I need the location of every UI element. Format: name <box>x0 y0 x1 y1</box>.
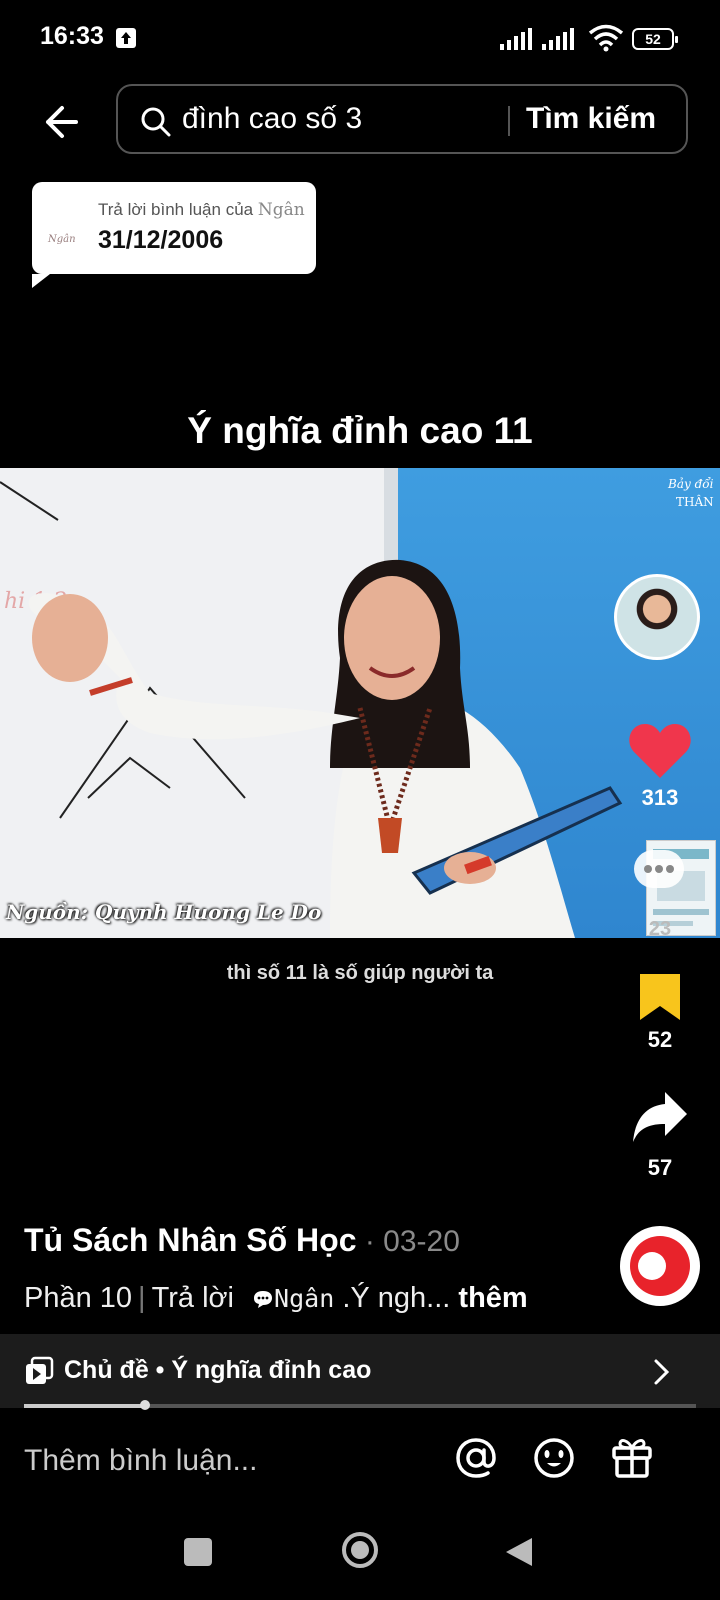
bookmark-icon <box>640 974 680 1020</box>
sticker-header: Trả lời bình luận của Ngân <box>98 200 305 220</box>
share-icon <box>633 1092 687 1142</box>
back-nav-button[interactable] <box>504 1536 534 1568</box>
reply-comment-sticker[interactable]: Ngân Trả lời bình luận của Ngân 31/12/20… <box>32 182 316 288</box>
description-reply-name[interactable]: Ngân <box>274 1284 334 1313</box>
save-count: 52 <box>647 1027 673 1052</box>
search-divider <box>508 106 510 136</box>
sticker-avatar-name: Ngân <box>48 234 76 245</box>
mention-icon[interactable] <box>454 1436 498 1480</box>
music-disc-icon <box>630 1236 690 1296</box>
back-arrow-icon[interactable] <box>36 96 88 148</box>
comment-input[interactable]: Thêm bình luận... <box>24 1444 257 1478</box>
heart-icon <box>629 724 691 778</box>
save-button[interactable]: 52 <box>616 972 704 1053</box>
like-count: 313 <box>641 785 679 810</box>
description-separator: | <box>138 1282 146 1314</box>
status-time: 16:33 <box>40 22 104 50</box>
like-button[interactable]: 313 <box>616 722 704 811</box>
chevron-right-icon <box>654 1359 670 1385</box>
comment-icon[interactable] <box>634 850 684 888</box>
topic-label: Chủ đề • Ý nghĩa đỉnh cao <box>64 1356 372 1384</box>
sticker-header-name: Ngân <box>257 200 305 220</box>
music-disc[interactable] <box>620 1226 700 1306</box>
share-button[interactable]: 57 <box>616 1090 704 1181</box>
description-part: Phần 10 <box>24 1282 133 1314</box>
post-author[interactable]: Tủ Sách Nhân Số Học · 03-20 <box>24 1222 460 1259</box>
signal-icon-2 <box>542 28 574 50</box>
progress-fill <box>24 1404 145 1408</box>
battery-indicator: 52 <box>632 28 678 50</box>
search-button[interactable]: Tìm kiếm <box>526 102 656 136</box>
upload-icon <box>116 28 136 48</box>
topic-bar[interactable]: Chủ đề • Ý nghĩa đỉnh cao <box>0 1334 720 1408</box>
comment-bubble-icon <box>254 1291 273 1308</box>
emoji-icon[interactable] <box>532 1436 576 1480</box>
description-reply-label: Trả lời <box>151 1282 234 1314</box>
creator-avatar[interactable] <box>614 574 700 660</box>
search-icon <box>141 107 171 137</box>
post-date: · 03-20 <box>356 1225 460 1258</box>
see-more-link[interactable]: thêm <box>458 1282 527 1314</box>
progress-handle[interactable] <box>139 1400 150 1410</box>
playlist-icon <box>26 1356 54 1384</box>
svg-text:Bảy đổi: Bảy đổi <box>667 476 714 491</box>
video-title: Ý nghĩa đỉnh cao 11 <box>187 410 533 451</box>
source-watermark: Nguồn: Quynh Huong Le Do <box>6 900 322 924</box>
home-button[interactable] <box>340 1530 380 1570</box>
comment-count: 23 <box>648 918 672 940</box>
sticker-header-prefix: Trả lời bình luận của <box>98 200 258 219</box>
video-subtitle: thì số 11 là số giúp người ta <box>226 962 494 984</box>
search-bar[interactable]: đình cao số 3 Tìm kiếm <box>116 84 688 154</box>
post-description[interactable]: Phần 10 | Trả lời Ngân .Ý ngh... thêm <box>24 1282 528 1315</box>
wifi-icon <box>588 24 624 52</box>
recent-apps-button[interactable] <box>184 1538 212 1566</box>
description-snippet: .Ý ngh... <box>334 1282 451 1314</box>
video-frame-illustration: hi 1 2 Bảy đổi THÂN <box>0 476 714 938</box>
author-name[interactable]: Tủ Sách Nhân Số Học <box>24 1222 356 1258</box>
search-input[interactable]: đình cao số 3 <box>182 102 362 136</box>
share-count: 57 <box>647 1155 673 1180</box>
signal-icon <box>500 28 532 50</box>
status-bar: 16:33 52 <box>0 0 720 80</box>
gift-icon[interactable] <box>610 1434 654 1480</box>
sticker-comment-text: 31/12/2006 <box>98 226 224 254</box>
video-player[interactable]: hi 1 2 Bảy đổi THÂN Nguồn: Quynh Huong L… <box>0 468 720 938</box>
svg-text:THÂN: THÂN <box>676 494 714 509</box>
